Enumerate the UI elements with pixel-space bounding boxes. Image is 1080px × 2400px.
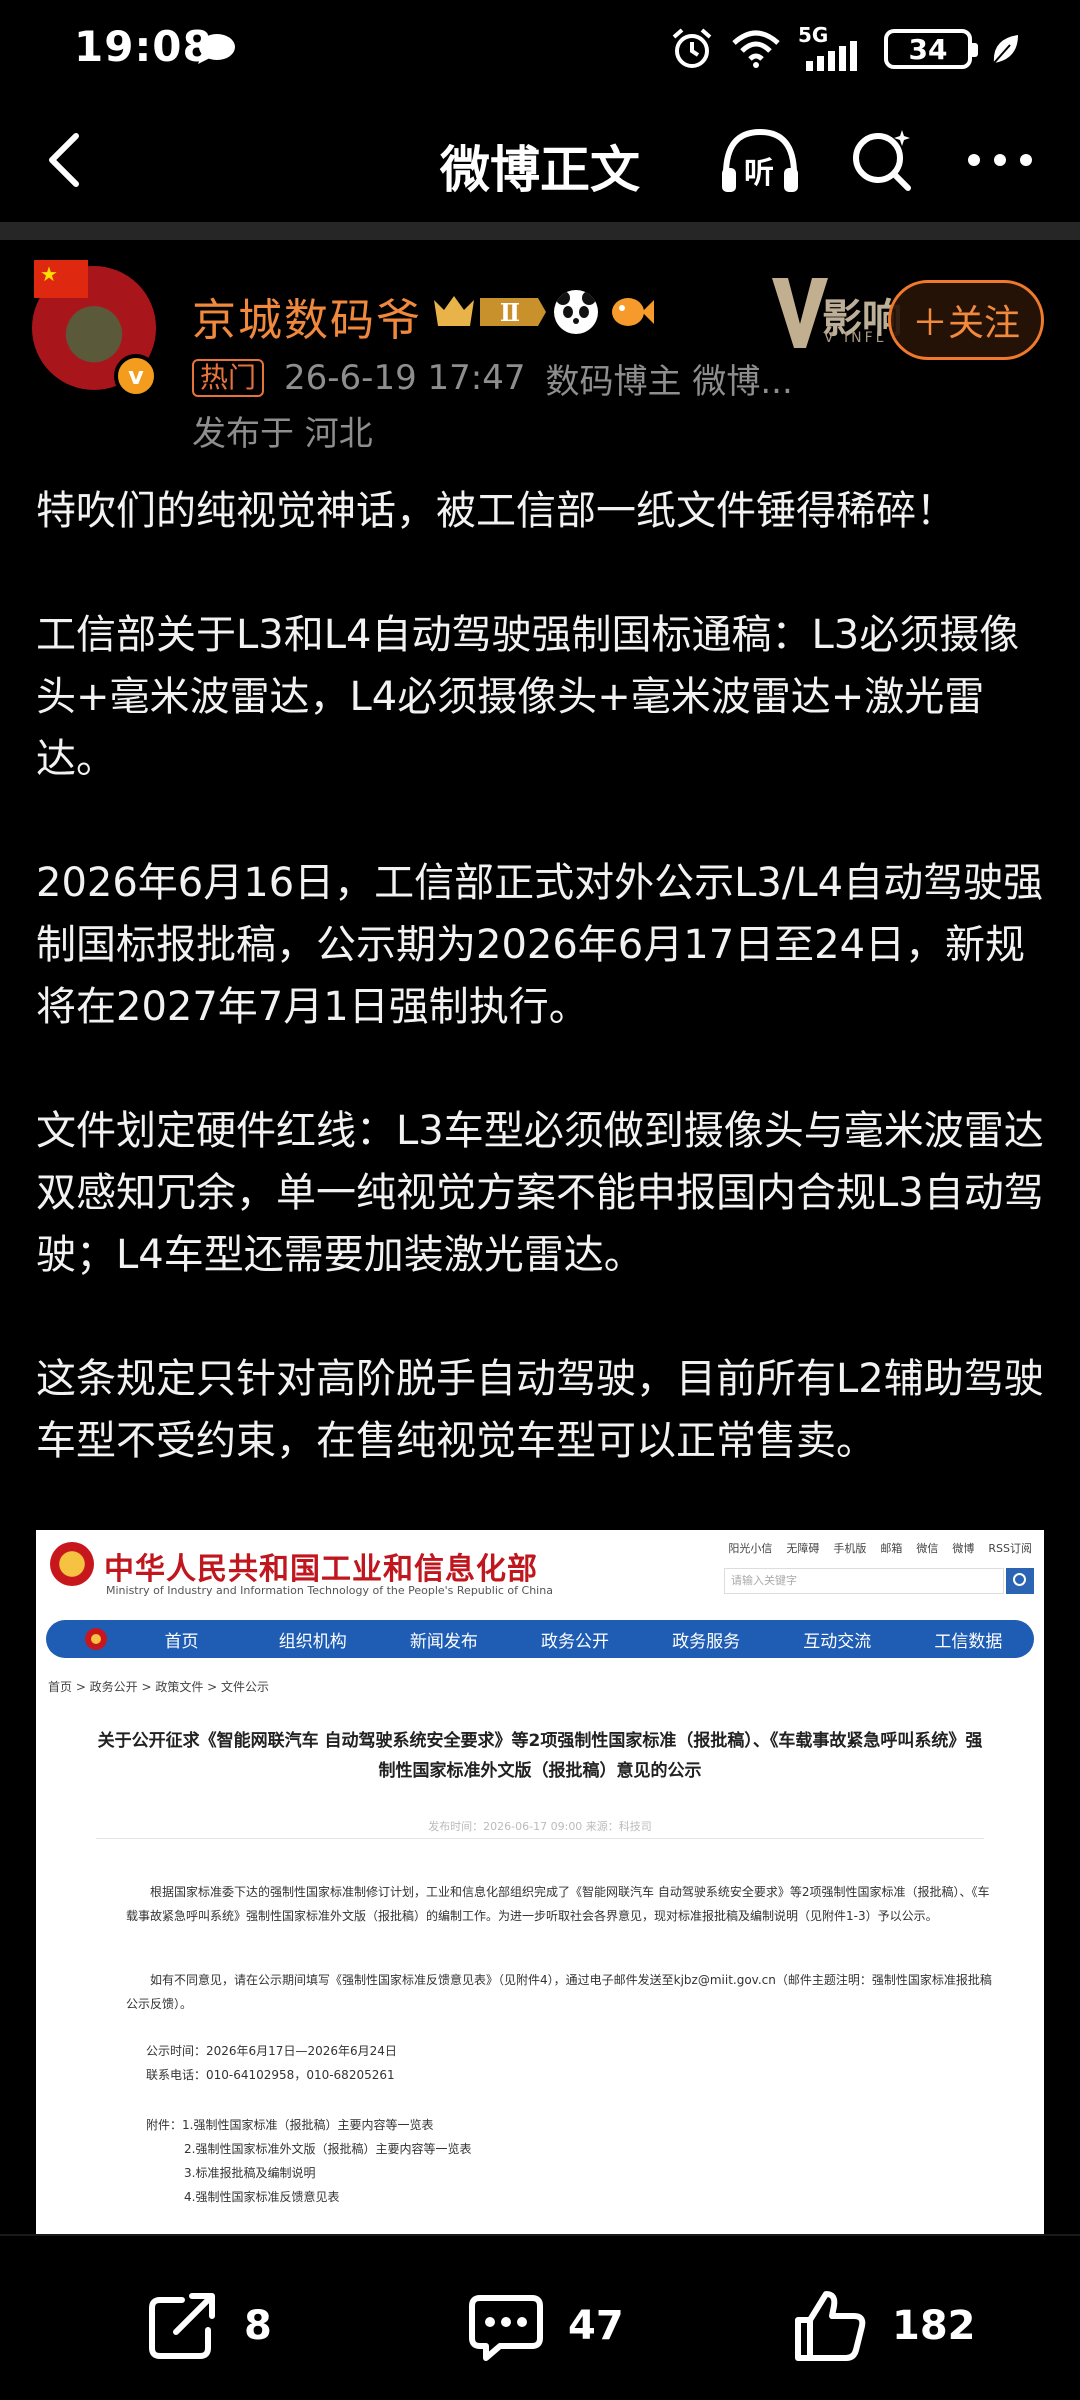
doc-attachment: 4.强制性国家标准反馈意见表 [184,2190,340,2204]
doc-top-link: 邮箱 [880,1542,903,1555]
post-paragraph: 文件划定硬件红线：L3车型必须做到摄像头与毫米波雷达双感知冗余，单一纯视觉方案不… [36,1108,1044,1278]
doc-nav-item: 首页 [164,1631,199,1652]
listen-label: 听 [744,156,774,191]
follow-button[interactable]: ＋关注 [888,280,1044,360]
doc-title: 关于公开征求《智能网联汽车 自动驾驶系统安全要求》等2项强制性国家标准（报批稿）… [97,1731,983,1781]
verified-badge: v [114,354,158,398]
doc-breadcrumb: 首页 > 政务公开 > 政策文件 > 文件公示 [48,1680,270,1694]
doc-meta: 发布时间：2026-06-17 09:00 来源：科技司 [428,1820,652,1833]
national-emblem-icon [50,1542,94,1586]
doc-nav-item: 政务公开 [540,1631,609,1652]
doc-divider [96,1838,984,1839]
level-text: Ⅱ [500,298,520,327]
doc-search-field: 请输入关键字 [724,1568,1004,1594]
doc-top-link: 微信 [916,1542,939,1555]
doc-nav-bar: 首页 组织机构 新闻发布 政务公开 政务服务 互动交流 工信数据 [46,1620,1034,1658]
post-timestamp: 26-6-19 17:47 [284,358,526,398]
doc-org-english: Ministry of Industry and Information Tec… [106,1584,553,1597]
repost-count: 8 [244,2303,272,2349]
post-body: 特吹们的纯视觉神话，被工信部一纸文件锤得稀碎！ 工信部关于L3和L4自动驾驶强制… [36,480,1046,1472]
doc-nav-item: 互动交流 [803,1631,872,1652]
doc-top-link: 阳光小信 [728,1542,773,1555]
doc-attachment: 附件：1.强制性国家标准（报批稿）主要内容等一览表 [146,2118,434,2132]
signal-indicator: 5G [798,23,866,71]
header-divider [0,222,1080,240]
alarm-icon [672,28,712,68]
doc-nav-item: 新闻发布 [409,1631,478,1652]
doc-top-link: RSS订阅 [988,1542,1032,1555]
flag-icon [34,260,88,298]
comment-icon [469,2295,543,2361]
comment-button[interactable]: 47 [466,2286,624,2366]
page-title: 微博正文 [440,141,640,199]
username[interactable]: 京城数码爷 [192,284,422,348]
doc-top-link: 微博 [952,1542,975,1555]
v-badge-subtext: V INFL [824,330,887,346]
status-bar: 19:08 5G 34 [0,0,1080,100]
post-source[interactable]: 数码博主 微博... [546,354,793,403]
panda-icon [554,290,598,334]
post-location: 发布于 河北 [192,414,373,454]
doc-search-icon [1006,1568,1034,1594]
v-icon [772,278,828,348]
doc-top-links: 阳光小信 无障碍 手机版 邮箱 微信 微博 RSS订阅 [728,1540,1032,1556]
leaf-icon [993,35,1018,64]
doc-home-icon [85,1628,107,1650]
doc-attachment: 3.标准报批稿及编制说明 [184,2166,316,2180]
doc-attachment: 2.强制性国家标准外文版（报批稿）主要内容等一览表 [184,2142,472,2156]
fish-icon [612,298,654,326]
doc-period: 公示时间：2026年6月17日—2026年6月24日 [146,2044,397,2058]
post-paragraph: 这条规定只针对高阶脱手自动驾驶，目前所有L2辅助驾驶车型不受约束，在售纯视觉车型… [36,1356,1044,1464]
doc-paragraph: 如有不同意见，请在公示期间填写《强制性国家标准反馈意见表》（见附件4），通过电子… [126,1973,992,2011]
repost-icon [149,2293,215,2359]
wifi-icon [732,30,780,68]
bottom-action-bar: 8 47 182 [0,2234,1080,2400]
battery-indicator: 34 [884,29,978,69]
more-options-icon[interactable] [960,124,1040,196]
signal-bars-icon [806,41,857,71]
like-count: 182 [892,2303,976,2349]
chat-bubble-icon [198,34,235,64]
status-icons: 5G 34 [670,23,1020,74]
doc-nav-item: 政务服务 [672,1631,741,1652]
doc-top-link: 手机版 [833,1542,867,1555]
post-paragraph: 特吹们的纯视觉神话，被工信部一纸文件锤得稀碎！ [36,488,956,534]
search-icon[interactable] [846,124,918,196]
doc-nav-item: 工信数据 [934,1631,1003,1652]
thumbs-up-icon [795,2291,866,2361]
listen-button[interactable]: 听 [718,124,802,196]
doc-top-link: 无障碍 [786,1542,820,1555]
doc-nav-item: 组织机构 [278,1631,347,1652]
post-paragraph: 2026年6月16日，工信部正式对外公示L3/L4自动驾驶强制国标报批稿，公示期… [36,860,1044,1030]
doc-phone: 联系电话：010-64102958，010-68205261 [146,2068,395,2082]
doc-paragraph: 根据国家标准委下达的强制性国家标准制修订计划，工业和信息化部组织完成了《智能网联… [126,1885,990,1923]
title-bar: 微博正文 听 [0,100,1080,220]
comment-count: 47 [568,2303,624,2349]
doc-org-name: 中华人民共和国工业和信息化部 [104,1552,538,1587]
level-badge-icon: Ⅱ [434,296,546,327]
battery-level: 34 [908,32,948,66]
post-meta: 热门 26-6-19 17:47 数码博主 微博... [192,354,793,403]
post-paragraph: 工信部关于L3和L4自动驾驶强制国标通稿：L3必须摄像头+毫米波雷达，L4必须摄… [36,612,1020,782]
repost-button[interactable]: 8 [142,2286,272,2366]
status-time: 19:08 [74,22,213,71]
post-image[interactable]: 中华人民共和国工业和信息化部 Ministry of Industry and … [36,1530,1044,2238]
like-button[interactable]: 182 [790,2286,976,2366]
hot-badge: 热门 [192,359,265,397]
